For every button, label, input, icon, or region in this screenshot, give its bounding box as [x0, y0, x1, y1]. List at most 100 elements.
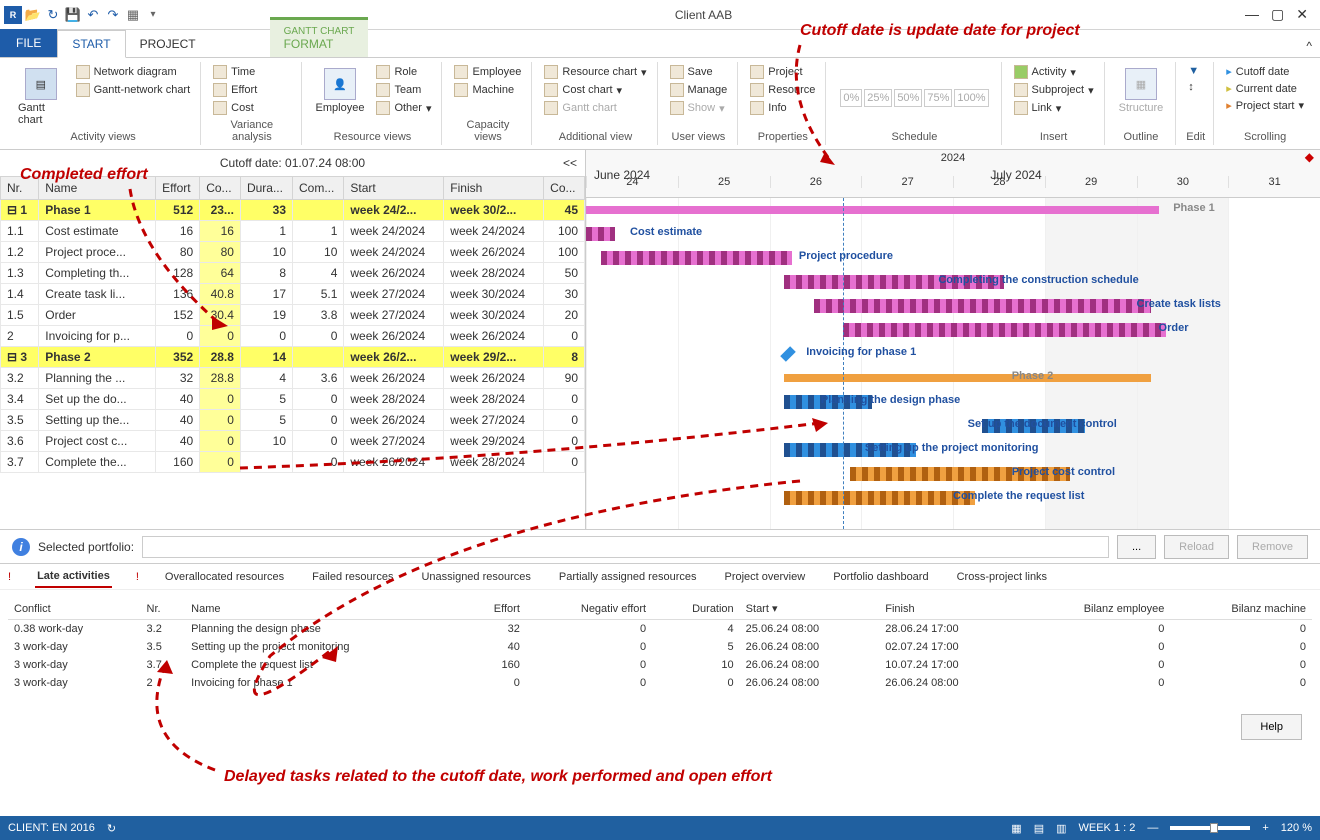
- grid-icon[interactable]: ▦: [124, 6, 142, 24]
- tab-late-activities[interactable]: Late activities: [35, 566, 112, 588]
- network-diagram-button[interactable]: Network diagram: [74, 64, 193, 80]
- table-row[interactable]: 1.1Cost estimate161611week 24/2024week 2…: [1, 221, 585, 242]
- tab-overview[interactable]: Project overview: [722, 567, 807, 587]
- sync-icon[interactable]: ↻: [107, 822, 116, 835]
- late-activities-grid[interactable]: Conflict Nr. Name Effort Negativ effort …: [0, 590, 1320, 700]
- team-button[interactable]: Team: [374, 82, 433, 98]
- collapse-pane-icon[interactable]: <<: [563, 156, 577, 170]
- sort-button[interactable]: ↕: [1186, 80, 1201, 94]
- bcol-name[interactable]: Name: [185, 598, 463, 620]
- portfolio-input[interactable]: [142, 536, 1109, 558]
- table-row[interactable]: 3.6Project cost c...400100week 27/2024we…: [1, 431, 585, 452]
- scroll-start-button[interactable]: ▸Project start ▾: [1224, 98, 1306, 113]
- tab-partial[interactable]: Partially assigned resources: [557, 567, 699, 587]
- table-row[interactable]: 3.5Setting up the...40050week 26/2024wee…: [1, 410, 585, 431]
- cost-chart-button[interactable]: Cost chart ▾: [542, 82, 648, 98]
- gantt-bar[interactable]: [586, 206, 1159, 214]
- browse-button[interactable]: ...: [1117, 535, 1156, 559]
- refresh-icon[interactable]: ↻: [44, 6, 62, 24]
- gantt-chart-view-button[interactable]: Gantt chart: [542, 100, 648, 116]
- table-row[interactable]: ⊟ 1Phase 151223...33week 24/2...week 30/…: [1, 200, 585, 221]
- employee-button[interactable]: 👤Employee: [312, 64, 369, 131]
- col-duration[interactable]: Dura...: [240, 177, 292, 200]
- table-row[interactable]: 1.3Completing th...1286484week 26/2024we…: [1, 263, 585, 284]
- show-views-button[interactable]: Show ▾: [668, 100, 730, 116]
- tab-failed[interactable]: Failed resources: [310, 567, 395, 587]
- ribbon-minimize-icon[interactable]: ^: [1298, 35, 1320, 57]
- tab-unassigned[interactable]: Unassigned resources: [419, 567, 532, 587]
- info-button[interactable]: Info: [748, 100, 817, 116]
- list-item[interactable]: 3 work-day2Invoicing for phase 100026.06…: [8, 674, 1312, 692]
- tab-overallocated[interactable]: Overallocated resources: [163, 567, 286, 587]
- filter-button[interactable]: ▼: [1186, 64, 1201, 78]
- zoom-out-icon[interactable]: —: [1147, 822, 1158, 834]
- bcol-effort[interactable]: Effort: [464, 598, 526, 620]
- col-co2[interactable]: Co...: [544, 177, 585, 200]
- project-props-button[interactable]: Project: [748, 64, 817, 80]
- col-name[interactable]: Name: [39, 177, 156, 200]
- task-grid[interactable]: Nr. Name Effort Co... Dura... Com... Sta…: [0, 176, 585, 529]
- scroll-current-button[interactable]: ▸Current date: [1224, 81, 1306, 96]
- bcol-neg[interactable]: Negativ effort: [526, 598, 652, 620]
- table-row[interactable]: ⊟ 3Phase 235228.814week 26/2...week 29/2…: [1, 347, 585, 368]
- bcol-conflict[interactable]: Conflict: [8, 598, 141, 620]
- col-effort[interactable]: Effort: [156, 177, 200, 200]
- other-views-button[interactable]: Other ▾: [374, 100, 433, 116]
- gantt-bar[interactable]: [784, 491, 975, 505]
- redo-icon[interactable]: ↷: [104, 6, 122, 24]
- table-row[interactable]: 3.2Planning the ...3228.843.6week 26/202…: [1, 368, 585, 389]
- bcol-nr[interactable]: Nr.: [141, 598, 186, 620]
- variance-effort-button[interactable]: Effort: [211, 82, 259, 98]
- undo-icon[interactable]: ↶: [84, 6, 102, 24]
- reload-button[interactable]: Reload: [1164, 535, 1229, 559]
- table-row[interactable]: 3.7Complete the...16000week 26/2024week …: [1, 452, 585, 473]
- capacity-employee-button[interactable]: Employee: [452, 64, 523, 80]
- remove-button[interactable]: Remove: [1237, 535, 1308, 559]
- scroll-cutoff-button[interactable]: ▸Cutoff date: [1224, 64, 1306, 79]
- gantt-pane[interactable]: 2024 June 2024July 2024 2425262728293031…: [586, 150, 1320, 529]
- gantt-network-button[interactable]: Gantt-network chart: [74, 82, 193, 98]
- minimize-icon[interactable]: —: [1245, 6, 1259, 23]
- table-row[interactable]: 1.5Order15230.4193.8week 27/2024week 30/…: [1, 305, 585, 326]
- gantt-bar[interactable]: [784, 374, 1151, 382]
- tab-project[interactable]: PROJECT: [126, 31, 210, 57]
- insert-link-button[interactable]: Link ▾: [1012, 100, 1096, 116]
- close-icon[interactable]: ✕: [1296, 6, 1308, 23]
- variance-cost-button[interactable]: Cost: [211, 100, 259, 116]
- qat-dropdown-icon[interactable]: ▾: [144, 6, 162, 24]
- view-icon-2[interactable]: ▤: [1034, 822, 1044, 835]
- insert-activity-button[interactable]: Activity ▾: [1012, 64, 1096, 80]
- zoom-in-icon[interactable]: +: [1262, 822, 1268, 834]
- table-row[interactable]: 2Invoicing for p...0000week 26/2024week …: [1, 326, 585, 347]
- table-row[interactable]: 1.2Project proce...80801010week 24/2024w…: [1, 242, 585, 263]
- gantt-chart-button[interactable]: ▤Gantt chart: [14, 64, 68, 131]
- bcol-bemp[interactable]: Bilanz employee: [1019, 598, 1171, 620]
- help-button[interactable]: Help: [1241, 714, 1302, 740]
- table-row[interactable]: 3.4Set up the do...40050week 28/2024week…: [1, 389, 585, 410]
- role-button[interactable]: Role: [374, 64, 433, 80]
- list-item[interactable]: 0.38 work-day3.2Planning the design phas…: [8, 620, 1312, 639]
- gantt-bar[interactable]: [814, 299, 1152, 313]
- tab-cross-links[interactable]: Cross-project links: [955, 567, 1049, 587]
- view-icon-3[interactable]: ▥: [1056, 822, 1066, 835]
- tab-start[interactable]: START: [57, 30, 125, 58]
- zoom-slider[interactable]: [1170, 826, 1250, 830]
- variance-time-button[interactable]: Time: [211, 64, 259, 80]
- bcol-start[interactable]: Start ▾: [740, 598, 880, 620]
- gantt-bar[interactable]: [843, 323, 1166, 337]
- col-start[interactable]: Start: [344, 177, 444, 200]
- gantt-bar[interactable]: [601, 251, 792, 265]
- maximize-icon[interactable]: ▢: [1271, 6, 1284, 23]
- list-item[interactable]: 3 work-day3.7Complete the request list16…: [8, 656, 1312, 674]
- table-row[interactable]: 1.4Create task li...13640.8175.1week 27/…: [1, 284, 585, 305]
- structure-button[interactable]: ▦Structure: [1115, 64, 1168, 131]
- manage-views-button[interactable]: Manage: [668, 82, 730, 98]
- gantt-bar[interactable]: [586, 227, 615, 241]
- view-icon-1[interactable]: ▦: [1011, 822, 1021, 835]
- tab-portfolio-dash[interactable]: Portfolio dashboard: [831, 567, 930, 587]
- schedule-pct-button[interactable]: 0%25%50%75%100%: [836, 64, 992, 131]
- resource-props-button[interactable]: Resource: [748, 82, 817, 98]
- list-item[interactable]: 3 work-day3.5Setting up the project moni…: [8, 638, 1312, 656]
- capacity-machine-button[interactable]: Machine: [452, 82, 523, 98]
- gantt-bar[interactable]: [780, 346, 796, 362]
